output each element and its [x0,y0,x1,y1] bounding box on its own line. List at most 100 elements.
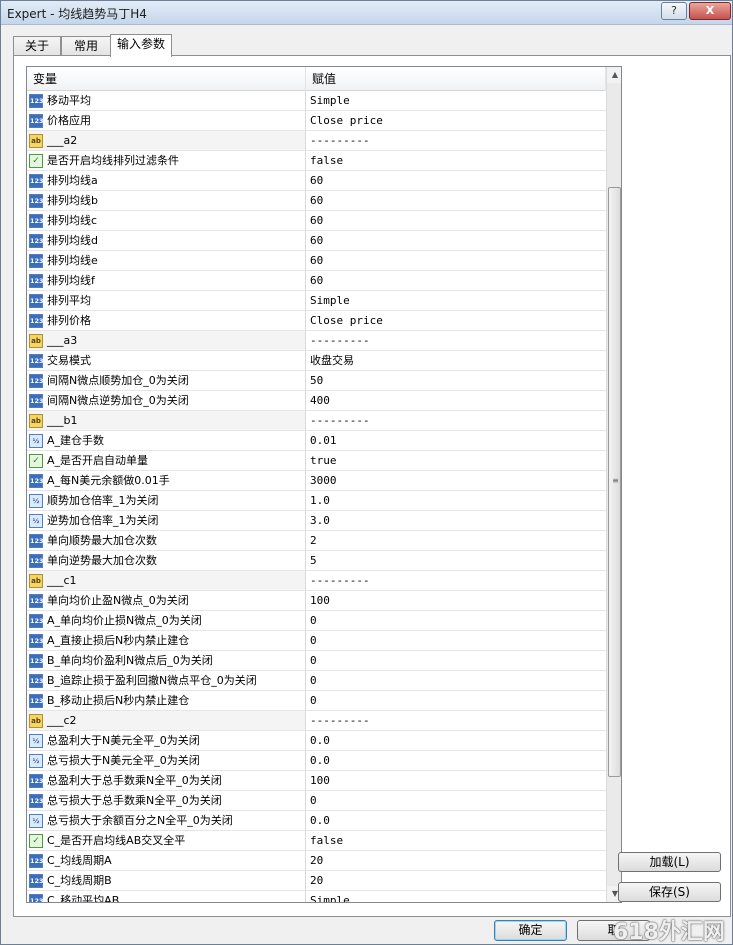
value-cell[interactable]: 60 [306,191,606,211]
table-row[interactable]: 123 A_直接止损后N秒内禁止建仓 0 [27,631,606,651]
value-cell[interactable]: 60 [306,211,606,231]
value-cell[interactable]: 3000 [306,471,606,491]
variable-cell[interactable]: 123 单向均价止盈N微点_0为关闭 [27,591,306,611]
variable-cell[interactable]: ab ___c2 [27,711,306,731]
scroll-thumb[interactable]: ≡ [608,187,621,777]
table-row[interactable]: 123 单向逆势最大加仓次数 5 [27,551,606,571]
scroll-up-arrow-icon[interactable]: ▲ [607,67,621,83]
value-cell[interactable]: 2 [306,531,606,551]
value-cell[interactable]: Simple [306,891,606,902]
table-row[interactable]: 123 排列均线a 60 [27,171,606,191]
variable-cell[interactable]: 123 排列均线e [27,251,306,271]
variable-cell[interactable]: ½ A_建仓手数 [27,431,306,451]
variable-cell[interactable]: 123 C_均线周期A [27,851,306,871]
value-cell[interactable]: 0.0 [306,751,606,771]
variable-cell[interactable]: 123 排列均线c [27,211,306,231]
value-cell[interactable]: 100 [306,771,606,791]
table-row[interactable]: ½ A_建仓手数 0.01 [27,431,606,451]
table-row[interactable]: 123 排列均线d 60 [27,231,606,251]
variable-cell[interactable]: ab ___c1 [27,571,306,591]
table-row[interactable]: ab ___c2 --------- [27,711,606,731]
value-cell[interactable]: 3.0 [306,511,606,531]
table-row[interactable]: 123 交易模式 收盘交易 [27,351,606,371]
variable-cell[interactable]: 123 C_移动平均AB [27,891,306,902]
table-row[interactable]: 123 排列价格 Close price [27,311,606,331]
variable-cell[interactable]: 123 排列平均 [27,291,306,311]
help-button[interactable]: ? [661,2,687,20]
table-row[interactable]: 123 总亏损大于总手数乘N全平_0为关闭 0 [27,791,606,811]
value-cell[interactable]: false [306,831,606,851]
variable-cell[interactable]: 123 A_每N美元余额做0.01手 [27,471,306,491]
column-header-value[interactable]: 赋值 [306,67,606,91]
value-cell[interactable]: 收盘交易 [306,351,606,371]
value-cell[interactable]: 60 [306,271,606,291]
variable-cell[interactable]: 123 总盈利大于总手数乘N全平_0为关闭 [27,771,306,791]
table-row[interactable]: 123 B_单向均价盈利N微点后_0为关闭 0 [27,651,606,671]
table-row[interactable]: ✓ C_是否开启均线AB交叉全平 false [27,831,606,851]
value-cell[interactable]: 1.0 [306,491,606,511]
variable-cell[interactable]: 123 B_单向均价盈利N微点后_0为关闭 [27,651,306,671]
value-cell[interactable]: 0 [306,631,606,651]
table-row[interactable]: ✓ 是否开启均线排列过滤条件 false [27,151,606,171]
variable-cell[interactable]: ✓ C_是否开启均线AB交叉全平 [27,831,306,851]
variable-cell[interactable]: ab ___a2 [27,131,306,151]
table-row[interactable]: 123 A_每N美元余额做0.01手 3000 [27,471,606,491]
variable-cell[interactable]: 123 排列价格 [27,311,306,331]
table-row[interactable]: ½ 顺势加仓倍率_1为关闭 1.0 [27,491,606,511]
value-cell[interactable]: 0 [306,691,606,711]
variable-cell[interactable]: 123 交易模式 [27,351,306,371]
value-cell[interactable]: 400 [306,391,606,411]
value-cell[interactable]: Close price [306,311,606,331]
table-row[interactable]: 123 单向顺势最大加仓次数 2 [27,531,606,551]
save-button[interactable]: 保存(S) [618,882,721,902]
variable-cell[interactable]: 123 间隔N微点顺势加仓_0为关闭 [27,371,306,391]
close-button[interactable]: X [689,2,731,20]
table-row[interactable]: ab ___a2 --------- [27,131,606,151]
column-header-variable[interactable]: 变量 [27,67,306,91]
value-cell[interactable]: --------- [306,571,606,591]
variable-cell[interactable]: ✓ 是否开启均线排列过滤条件 [27,151,306,171]
table-row[interactable]: 123 排列均线e 60 [27,251,606,271]
value-cell[interactable]: --------- [306,711,606,731]
variable-cell[interactable]: 123 B_追踪止损于盈利回撤N微点平仓_0为关闭 [27,671,306,691]
value-cell[interactable]: false [306,151,606,171]
table-row[interactable]: 123 B_追踪止损于盈利回撤N微点平仓_0为关闭 0 [27,671,606,691]
variable-cell[interactable]: 123 单向顺势最大加仓次数 [27,531,306,551]
table-row[interactable]: ab ___a3 --------- [27,331,606,351]
variable-cell[interactable]: 123 C_均线周期B [27,871,306,891]
table-row[interactable]: 123 单向均价止盈N微点_0为关闭 100 [27,591,606,611]
value-cell[interactable]: --------- [306,131,606,151]
value-cell[interactable]: 20 [306,851,606,871]
variable-cell[interactable]: ½ 顺势加仓倍率_1为关闭 [27,491,306,511]
table-row[interactable]: 123 间隔N微点逆势加仓_0为关闭 400 [27,391,606,411]
value-cell[interactable]: 100 [306,591,606,611]
table-row[interactable]: ½ 总亏损大于N美元全平_0为关闭 0.0 [27,751,606,771]
table-row[interactable]: ab ___b1 --------- [27,411,606,431]
variable-cell[interactable]: 123 排列均线a [27,171,306,191]
table-row[interactable]: 123 C_均线周期A 20 [27,851,606,871]
variable-cell[interactable]: 123 A_直接止损后N秒内禁止建仓 [27,631,306,651]
value-cell[interactable]: --------- [306,331,606,351]
variable-cell[interactable]: 123 单向逆势最大加仓次数 [27,551,306,571]
table-row[interactable]: ½ 总盈利大于N美元全平_0为关闭 0.0 [27,731,606,751]
table-row[interactable]: 123 间隔N微点顺势加仓_0为关闭 50 [27,371,606,391]
variable-cell[interactable]: 123 总亏损大于总手数乘N全平_0为关闭 [27,791,306,811]
table-row[interactable]: 123 C_移动平均AB Simple [27,891,606,902]
variable-cell[interactable]: 123 排列均线b [27,191,306,211]
variable-cell[interactable]: ½ 总亏损大于N美元全平_0为关闭 [27,751,306,771]
table-row[interactable]: 123 A_单向均价止损N微点_0为关闭 0 [27,611,606,631]
value-cell[interactable]: true [306,451,606,471]
value-cell[interactable]: 20 [306,871,606,891]
table-row[interactable]: 123 移动平均 Simple [27,91,606,111]
value-cell[interactable]: --------- [306,411,606,431]
variable-cell[interactable]: 123 排列均线d [27,231,306,251]
value-cell[interactable]: 0.01 [306,431,606,451]
value-cell[interactable]: 60 [306,231,606,251]
variable-cell[interactable]: ½ 总盈利大于N美元全平_0为关闭 [27,731,306,751]
variable-cell[interactable]: 123 移动平均 [27,91,306,111]
load-button[interactable]: 加载(L) [618,852,721,872]
tab-common[interactable]: 常用 [61,36,111,56]
table-row[interactable]: 123 排列均线f 60 [27,271,606,291]
value-cell[interactable]: 0 [306,611,606,631]
value-cell[interactable]: Close price [306,111,606,131]
